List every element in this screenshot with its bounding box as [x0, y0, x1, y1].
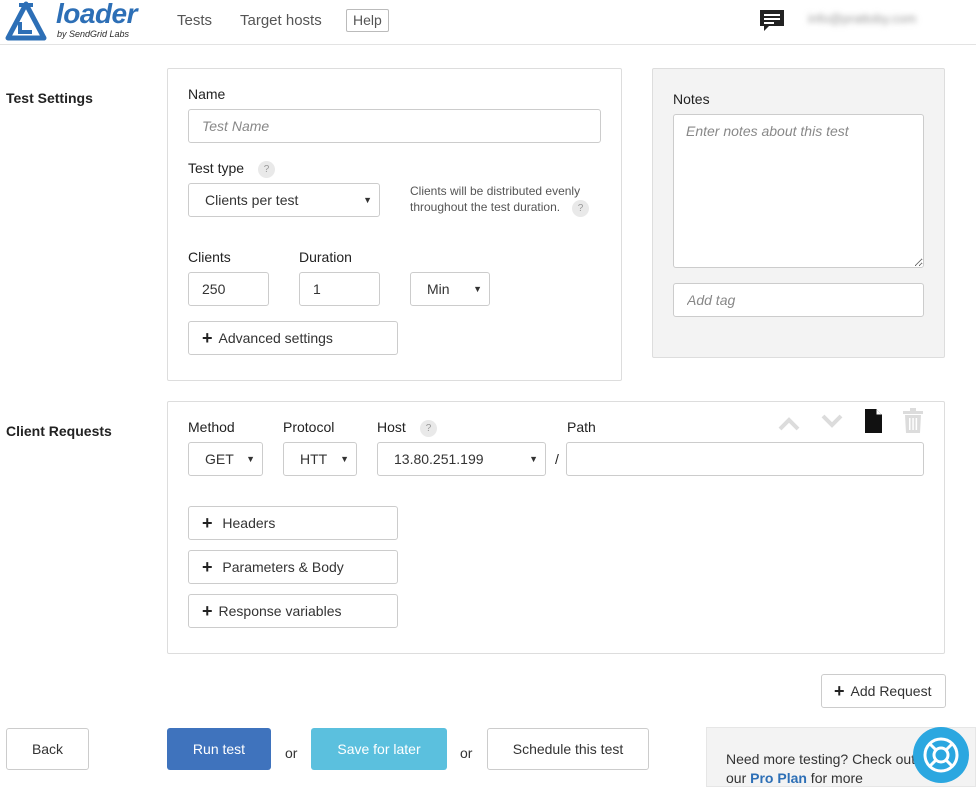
name-label: Name [188, 86, 226, 102]
user-email[interactable]: info@prattoby.com [808, 11, 916, 26]
host-value: 13.80.251.199 [394, 451, 484, 467]
clients-label: Clients [188, 249, 231, 265]
advanced-settings-button[interactable]: + Advanced settings [188, 321, 398, 355]
nav-target-hosts[interactable]: Target hosts [240, 12, 322, 29]
pro-plan-link[interactable]: Pro Plan [750, 770, 807, 786]
host-help-icon[interactable]: ? [420, 420, 437, 437]
plus-icon: + [202, 557, 213, 577]
save-for-later-button[interactable]: Save for later [311, 728, 447, 770]
add-request-label: Add Request [850, 683, 932, 699]
duration-unit-select[interactable]: Min ▼ [410, 272, 490, 306]
host-label: Host [377, 419, 406, 435]
test-type-label: Test type [188, 160, 245, 176]
logo-subtitle: by SendGrid Labs [57, 29, 130, 39]
schedule-test-button[interactable]: Schedule this test [487, 728, 649, 770]
path-input[interactable] [566, 442, 924, 476]
run-test-button[interactable]: Run test [167, 728, 271, 770]
support-lifebuoy-button[interactable] [913, 727, 969, 783]
method-select[interactable]: GET ▼ [188, 442, 263, 476]
caret-down-icon: ▼ [363, 195, 372, 205]
parameters-body-button[interactable]: + Parameters & Body [188, 550, 398, 584]
plus-icon: + [202, 513, 213, 533]
loader-logo-icon[interactable] [4, 0, 48, 42]
path-separator: / [555, 451, 559, 467]
or-text: or [460, 745, 473, 761]
distribution-help-icon[interactable]: ? [572, 200, 589, 217]
add-request-button[interactable]: + Add Request [821, 674, 946, 708]
top-navbar: loader by SendGrid Labs Tests Target hos… [0, 0, 976, 45]
plus-icon: + [834, 681, 845, 701]
or-text: or [285, 745, 298, 761]
caret-down-icon: ▼ [529, 454, 538, 464]
duration-input[interactable] [299, 272, 380, 306]
response-variables-button[interactable]: + Response variables [188, 594, 398, 628]
headers-button[interactable]: + Headers [188, 506, 398, 540]
test-type-hint: Clients will be distributed evenly throu… [410, 184, 581, 214]
advanced-settings-label: Advanced settings [218, 330, 333, 346]
headers-label: Headers [222, 515, 276, 531]
move-up-icon[interactable] [777, 414, 801, 432]
test-name-input[interactable] [188, 109, 601, 143]
test-settings-heading: Test Settings [6, 90, 93, 106]
help-button[interactable]: Help [346, 9, 389, 32]
response-variables-label: Response variables [218, 603, 342, 619]
parameters-body-label: Parameters & Body [222, 559, 344, 575]
back-button[interactable]: Back [6, 728, 89, 770]
promo-text: Need more testing? Check out our Pro Pla… [726, 750, 926, 788]
method-label: Method [188, 419, 235, 435]
notes-label: Notes [673, 91, 710, 107]
caret-down-icon: ▼ [340, 454, 349, 464]
plus-icon: + [202, 328, 213, 348]
duration-unit-value: Min [427, 281, 450, 297]
path-label: Path [567, 419, 596, 435]
lifebuoy-icon [923, 737, 959, 773]
promo-text-after: for more [806, 770, 863, 786]
test-type-help-icon[interactable]: ? [258, 161, 275, 178]
duplicate-file-icon[interactable] [864, 408, 883, 434]
caret-down-icon: ▼ [473, 284, 482, 294]
nav-tests[interactable]: Tests [177, 12, 212, 29]
protocol-value: HTT [300, 451, 328, 467]
add-tag-input[interactable] [673, 283, 924, 317]
test-type-value: Clients per test [205, 192, 299, 208]
protocol-label: Protocol [283, 419, 335, 435]
method-value: GET [205, 451, 234, 467]
duration-label: Duration [299, 249, 352, 265]
logo-text[interactable]: loader [56, 0, 138, 30]
protocol-select[interactable]: HTT ▼ [283, 442, 357, 476]
trash-icon[interactable] [902, 408, 924, 434]
chat-icon[interactable] [759, 9, 785, 33]
caret-down-icon: ▼ [246, 454, 255, 464]
plus-icon: + [202, 601, 213, 621]
move-down-icon[interactable] [820, 412, 844, 430]
clients-input[interactable] [188, 272, 269, 306]
notes-textarea[interactable] [673, 114, 924, 268]
test-type-select[interactable]: Clients per test ▼ [188, 183, 380, 217]
host-select[interactable]: 13.80.251.199 ▼ [377, 442, 546, 476]
client-requests-heading: Client Requests [6, 423, 112, 439]
